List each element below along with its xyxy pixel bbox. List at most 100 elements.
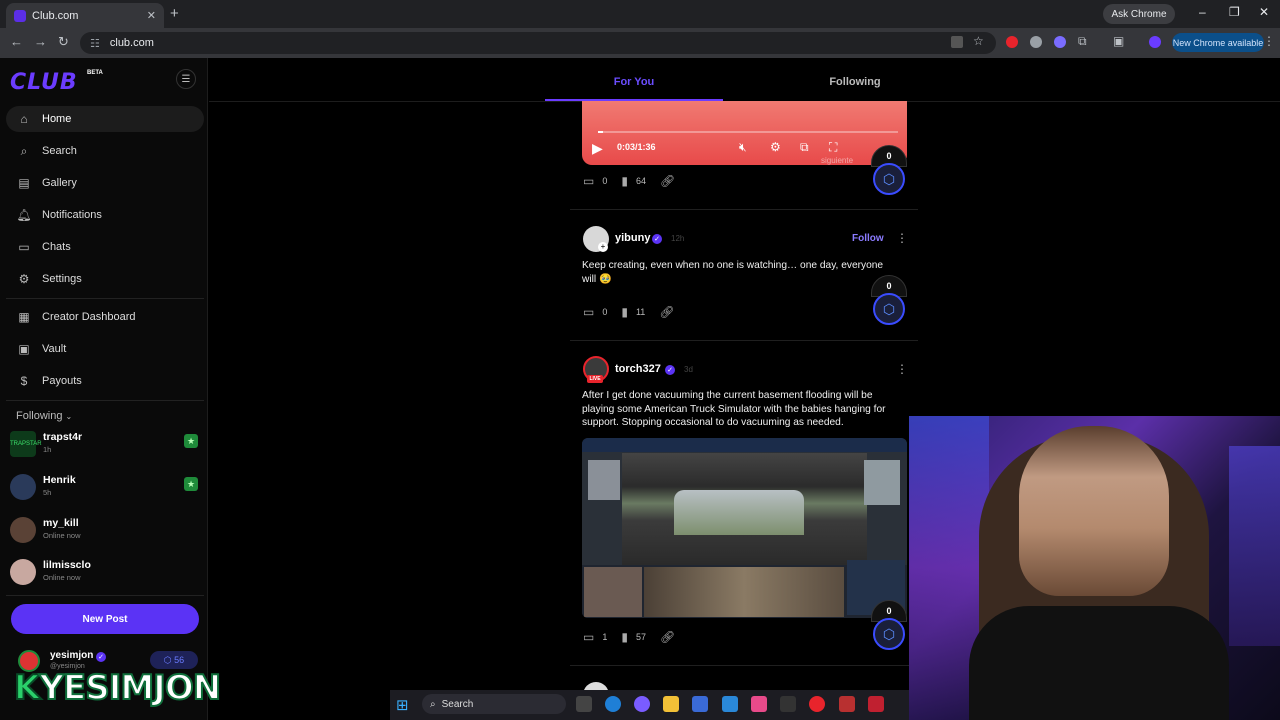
tip-badge[interactable]: 0 ⬡ [871, 275, 907, 325]
club-logo[interactable]: CLUB [10, 70, 78, 95]
tip-badge[interactable]: 0 ⬡ [871, 145, 907, 195]
following-user[interactable]: lilmissclo Online now [10, 557, 200, 587]
comment-icon[interactable]: ▭ [583, 174, 594, 188]
window-close-icon[interactable]: ✕ [1259, 5, 1269, 19]
extension-gray-icon[interactable] [1030, 36, 1042, 48]
post-author[interactable]: yibuny [615, 232, 650, 244]
nav-search[interactable]: ⌕ Search [6, 138, 204, 164]
video-overlay-text: siguiente [821, 156, 854, 165]
following-user[interactable]: TRAPSTAR trapst4r 1h ★ [10, 429, 200, 459]
following-user[interactable]: Henrik 5h ★ [10, 472, 200, 502]
play-icon[interactable]: ▶ [592, 140, 603, 157]
site-info-icon[interactable]: ☷ [90, 37, 100, 50]
star-icon[interactable]: ★ [184, 434, 198, 448]
tab-for-you[interactable]: For You [545, 76, 723, 88]
reload-icon[interactable]: ↻ [58, 34, 69, 50]
post-separator [570, 340, 918, 341]
nav-search-label: Search [42, 145, 77, 157]
picture-in-picture-icon[interactable]: ⧉ [800, 140, 809, 155]
restore-icon[interactable]: ❐ [1229, 5, 1240, 19]
video-player[interactable] [582, 101, 907, 165]
streamer-shirt [969, 606, 1229, 720]
app-icon[interactable] [868, 696, 884, 712]
app-icon[interactable] [839, 696, 855, 712]
copilot-icon[interactable] [634, 696, 650, 712]
side-panel-icon[interactable]: ▣ [1113, 34, 1124, 48]
following-header-label: Following [16, 410, 63, 422]
app-icon[interactable] [751, 696, 767, 712]
nav-gallery[interactable]: ▤ Gallery [6, 170, 204, 196]
hamburger-menu-icon[interactable]: ☰ [176, 69, 196, 89]
nav-chats[interactable]: ▭ Chats [6, 234, 204, 260]
forward-icon[interactable]: → [34, 34, 47, 49]
verified-icon: ✓ [96, 652, 106, 662]
minimize-icon[interactable]: – [1199, 5, 1206, 19]
following-user[interactable]: my_kill Online now [10, 515, 200, 545]
sidebar-divider [6, 298, 204, 299]
extensions-puzzle-icon[interactable]: ⧉ [1078, 34, 1087, 49]
pet-cam [644, 567, 844, 617]
comment-icon[interactable]: ▭ [583, 305, 594, 319]
store-icon[interactable] [692, 696, 708, 712]
follow-button[interactable]: Follow [852, 233, 884, 244]
address-bar[interactable]: ☷ club.com [80, 32, 996, 54]
tip-badge[interactable]: 0 ⬡ [871, 600, 907, 650]
add-icon[interactable]: + [598, 242, 608, 252]
new-tab-button[interactable]: + [170, 5, 179, 22]
nav-vault[interactable]: ▣ Vault [6, 336, 204, 362]
ask-chrome-button[interactable]: Ask Chrome [1103, 4, 1175, 24]
nav-creator-dashboard[interactable]: ▦ Creator Dashboard [6, 304, 204, 330]
mute-icon[interactable]: 🔇︎ [739, 140, 747, 155]
mail-icon[interactable] [722, 696, 738, 712]
profile-avatar[interactable] [1149, 36, 1161, 48]
link-icon[interactable]: 🔗︎ [659, 305, 674, 319]
url-text: club.com [109, 37, 154, 49]
comment-count: 0 [602, 307, 608, 317]
link-icon[interactable]: 🔗︎ [660, 630, 675, 644]
taskbar-search[interactable]: ⌕ Search [422, 694, 566, 714]
browser-tab[interactable]: Club.com ✕ [6, 3, 164, 28]
extension-red-icon[interactable] [1006, 36, 1018, 48]
more-options-icon[interactable]: ⋮ [896, 231, 908, 245]
app-icon[interactable] [780, 696, 796, 712]
current-user-name: yesimjon [50, 650, 94, 661]
gallery-icon: ▤ [18, 176, 30, 190]
star-icon[interactable]: ★ [184, 477, 198, 491]
dashboard-icon: ▦ [18, 310, 30, 324]
link-icon[interactable]: 🔗︎ [660, 174, 675, 188]
nav-payouts[interactable]: $ Payouts [6, 368, 204, 394]
comment-icon[interactable]: ▭ [583, 630, 594, 644]
post-author[interactable]: torch327 [615, 363, 661, 375]
gem-icon: ⬡ [873, 293, 905, 325]
points-badge[interactable]: ⬡ 56 [150, 651, 198, 669]
chrome-menu-icon[interactable]: ⋮ [1263, 34, 1275, 48]
view-count: 64 [635, 176, 646, 186]
install-app-icon[interactable] [951, 36, 963, 48]
nav-settings[interactable]: ⚙ Settings [6, 266, 204, 292]
tab-following[interactable]: Following [766, 76, 944, 88]
back-icon[interactable]: ← [10, 34, 23, 49]
bookmark-star-icon[interactable]: ☆ [973, 34, 984, 48]
task-view-icon[interactable] [576, 696, 592, 712]
nav-notifications[interactable]: 🔔︎ Notifications [6, 202, 204, 228]
view-count: 11 [635, 307, 646, 317]
edge-icon[interactable] [605, 696, 621, 712]
streamer-watermark: KYESIMJON [13, 667, 222, 709]
video-settings-icon[interactable]: ⚙ [770, 140, 781, 154]
stream-screenshot-image[interactable] [582, 438, 907, 618]
fullscreen-icon[interactable]: ⛶ [829, 140, 837, 155]
windows-start-icon[interactable]: ⊞ [396, 696, 409, 714]
following-header[interactable]: Following ⌄ [16, 410, 72, 422]
extension-purple-icon[interactable] [1054, 36, 1066, 48]
close-tab-icon[interactable]: ✕ [147, 9, 156, 22]
new-chrome-available-button[interactable]: New Chrome available [1172, 33, 1264, 52]
more-options-icon[interactable]: ⋮ [896, 362, 908, 376]
file-explorer-icon[interactable] [663, 696, 679, 712]
new-post-button[interactable]: New Post [11, 604, 199, 634]
nav-home[interactable]: ⌂ Home [6, 106, 204, 132]
video-progress-bar[interactable] [598, 131, 898, 133]
nav-chats-label: Chats [42, 241, 71, 253]
chrome-icon[interactable] [809, 696, 825, 712]
club-favicon-icon [14, 9, 26, 22]
left-mirror [588, 460, 620, 500]
